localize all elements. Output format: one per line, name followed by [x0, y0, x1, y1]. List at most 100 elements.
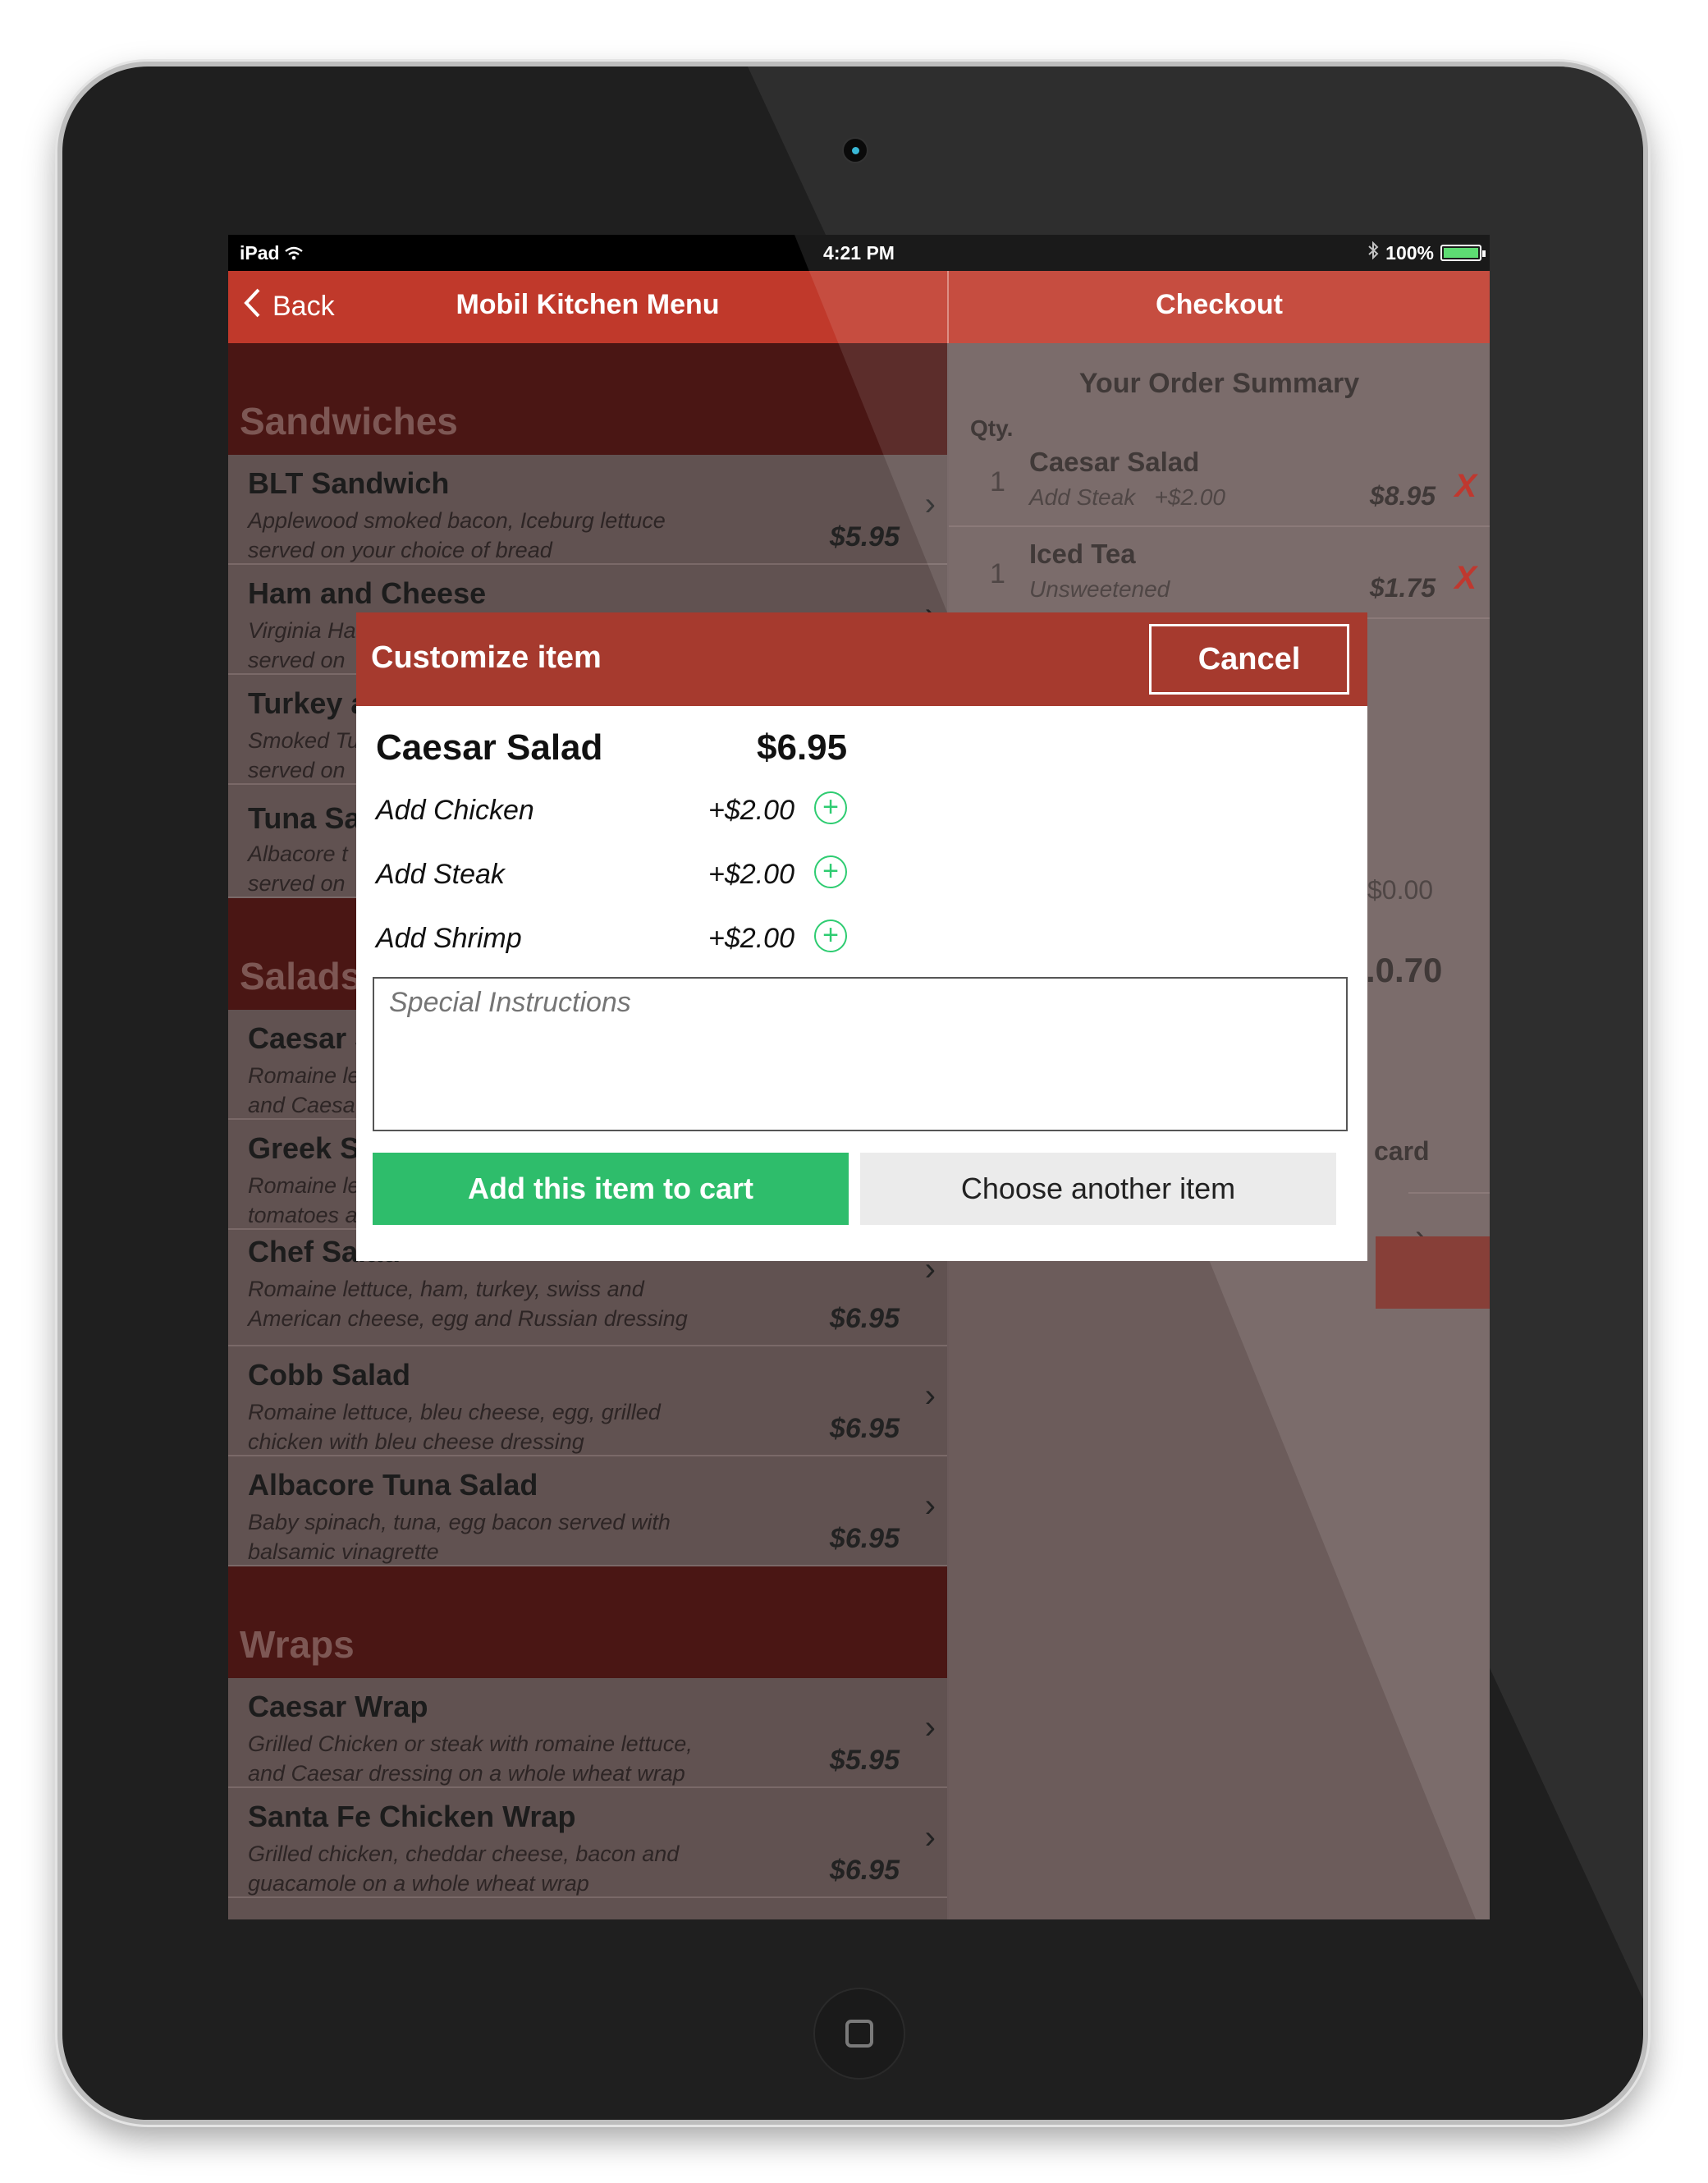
item-name: Cobb Salad	[248, 1358, 411, 1392]
chevron-right-icon: ›	[924, 1819, 936, 1855]
remove-item-button[interactable]: X	[1454, 468, 1477, 505]
item-desc: Romaine lettuce, ham, turkey, swiss and …	[248, 1277, 688, 1331]
order-qty: 1	[990, 558, 1005, 589]
chevron-right-icon: ›	[924, 1709, 936, 1745]
chevron-right-icon: ›	[924, 1488, 936, 1524]
battery-percent: 100%	[1385, 241, 1434, 264]
item-price: $6.95	[829, 1413, 900, 1444]
option-name: Add Shrimp	[376, 923, 522, 954]
item-desc-line: tomatoes a	[248, 1203, 358, 1227]
item-name: Tuna Sa	[248, 801, 361, 835]
item-desc-line: served on	[248, 648, 346, 672]
status-bar: iPad 4:21 PM 100%	[228, 235, 1490, 271]
order-row: 1 Caesar Salad Add Steak +$2.00 $8.95 X	[949, 435, 1490, 527]
option-add-steak[interactable]: Add Steak +$2.00 +	[376, 851, 868, 900]
item-desc-line: Romaine le	[248, 1063, 360, 1088]
order-price: $1.75	[1369, 573, 1436, 603]
payment-divider	[1408, 1192, 1490, 1194]
cancel-button[interactable]: Cancel	[1149, 624, 1349, 695]
nav-bar: Back Mobil Kitchen Menu Checkout	[228, 271, 1490, 343]
item-desc: Grilled chicken, cheddar cheese, bacon a…	[248, 1841, 680, 1896]
order-row: 1 Iced Tea Unsweetened $1.75 X	[949, 527, 1490, 619]
category-title: Salads	[240, 955, 362, 997]
camera-icon	[842, 137, 868, 163]
category-title: Sandwiches	[240, 400, 458, 443]
option-name: Add Chicken	[376, 795, 534, 826]
home-button[interactable]	[813, 1988, 905, 2080]
category-header-wraps: Wraps	[228, 1566, 947, 1678]
item-desc-line: Virginia Ha	[248, 618, 356, 643]
status-time: 4:21 PM	[823, 242, 895, 264]
total-value: .0.70	[1366, 951, 1443, 989]
item-desc: Baby spinach, tuna, egg bacon served wit…	[248, 1510, 671, 1564]
item-price: $6.95	[829, 1523, 900, 1554]
battery-icon	[1440, 245, 1486, 261]
order-name: Iced Tea	[1029, 539, 1136, 569]
menu-item-caesar-wrap[interactable]: Caesar Wrap Grilled Chicken or steak wit…	[228, 1678, 947, 1788]
item-name: Ham and Cheese	[248, 576, 487, 610]
customize-item-modal: Customize item Cancel Caesar Salad $6.95…	[356, 612, 1367, 1261]
order-summary-title: Your Order Summary	[1078, 368, 1360, 399]
chevron-right-icon: ›	[924, 486, 936, 522]
item-desc-line: and Caesa	[248, 1093, 355, 1117]
order-price: $8.95	[1369, 481, 1436, 511]
add-circle-icon[interactable]: +	[814, 855, 847, 888]
menu-item-cobb-salad[interactable]: Cobb Salad Romaine lettuce, bleu cheese,…	[228, 1346, 947, 1456]
order-modifier-price: +$2.00	[1154, 484, 1225, 510]
item-name: Greek S	[248, 1131, 360, 1165]
modal-item-name: Caesar Salad	[376, 727, 603, 768]
item-desc: Romaine lettuce, bleu cheese, egg, grill…	[248, 1400, 661, 1454]
item-name: Santa Fe Chicken Wrap	[248, 1800, 576, 1833]
item-desc-line: Smoked Tu	[248, 728, 360, 753]
order-sub: Add Steak +$2.00	[1029, 484, 1225, 511]
remove-item-button[interactable]: X	[1454, 560, 1477, 597]
menu-header: Back Mobil Kitchen Menu	[228, 271, 947, 343]
item-name: Turkey a	[248, 686, 368, 720]
item-price: $5.95	[829, 1745, 900, 1776]
item-name: BLT Sandwich	[248, 466, 450, 500]
checkout-button[interactable]	[1376, 1236, 1490, 1309]
order-modifier: Add Steak	[1029, 484, 1136, 510]
item-desc-line: served on	[248, 871, 346, 896]
option-name: Add Steak	[376, 859, 505, 890]
order-sub: Unsweetened	[1029, 576, 1170, 602]
add-circle-icon[interactable]: +	[814, 791, 847, 824]
menu-item-blt[interactable]: BLT Sandwich Applewood smoked bacon, Ice…	[228, 455, 947, 565]
bluetooth-icon	[1367, 241, 1379, 264]
category-title: Wraps	[240, 1623, 355, 1666]
modal-title: Customize item	[371, 640, 602, 675]
item-desc: Applewood smoked bacon, Iceburg lettuce …	[248, 508, 666, 562]
order-name: Caesar Salad	[1029, 447, 1200, 477]
special-instructions-field[interactable]	[373, 977, 1348, 1131]
fee-value: $0.00	[1367, 875, 1434, 905]
item-name: Caesar Wrap	[248, 1690, 428, 1723]
add-circle-icon[interactable]: +	[814, 920, 847, 952]
add-to-cart-button[interactable]: Add this item to cart	[373, 1153, 849, 1225]
modal-header: Customize item Cancel	[356, 612, 1367, 706]
item-desc-line: served on	[248, 758, 346, 782]
item-desc-line: Romaine le	[248, 1173, 360, 1198]
option-price: +$2.00	[708, 859, 794, 890]
order-qty: 1	[990, 466, 1005, 498]
checkout-title: Checkout	[1156, 289, 1283, 320]
payment-card-label: card	[1374, 1136, 1430, 1166]
menu-title: Mobil Kitchen Menu	[456, 289, 720, 320]
option-add-chicken[interactable]: Add Chicken +$2.00 +	[376, 787, 868, 836]
chevron-right-icon: ›	[924, 1378, 936, 1414]
item-price: $6.95	[829, 1303, 900, 1334]
menu-item-albacore-tuna-salad[interactable]: Albacore Tuna Salad Baby spinach, tuna, …	[228, 1456, 947, 1566]
category-header-sandwiches: Sandwiches	[228, 343, 947, 455]
option-add-shrimp[interactable]: Add Shrimp +$2.00 +	[376, 915, 868, 964]
option-price: +$2.00	[708, 795, 794, 826]
item-name: Albacore Tuna Salad	[248, 1468, 538, 1502]
status-right: 100%	[1367, 241, 1486, 264]
choose-another-item-button[interactable]: Choose another item	[860, 1153, 1336, 1225]
modal-item-price: $6.95	[757, 727, 848, 768]
menu-item-santa-fe-wrap[interactable]: Santa Fe Chicken Wrap Grilled chicken, c…	[228, 1788, 947, 1898]
screen: iPad 4:21 PM 100% Back Mobil Kitchen Men…	[228, 235, 1490, 1919]
checkout-header: Checkout	[949, 271, 1490, 343]
item-price: $6.95	[829, 1855, 900, 1886]
battery-fill	[1444, 248, 1478, 258]
item-desc-line: Albacore t	[248, 842, 348, 866]
item-name: Caesar S	[248, 1021, 375, 1055]
